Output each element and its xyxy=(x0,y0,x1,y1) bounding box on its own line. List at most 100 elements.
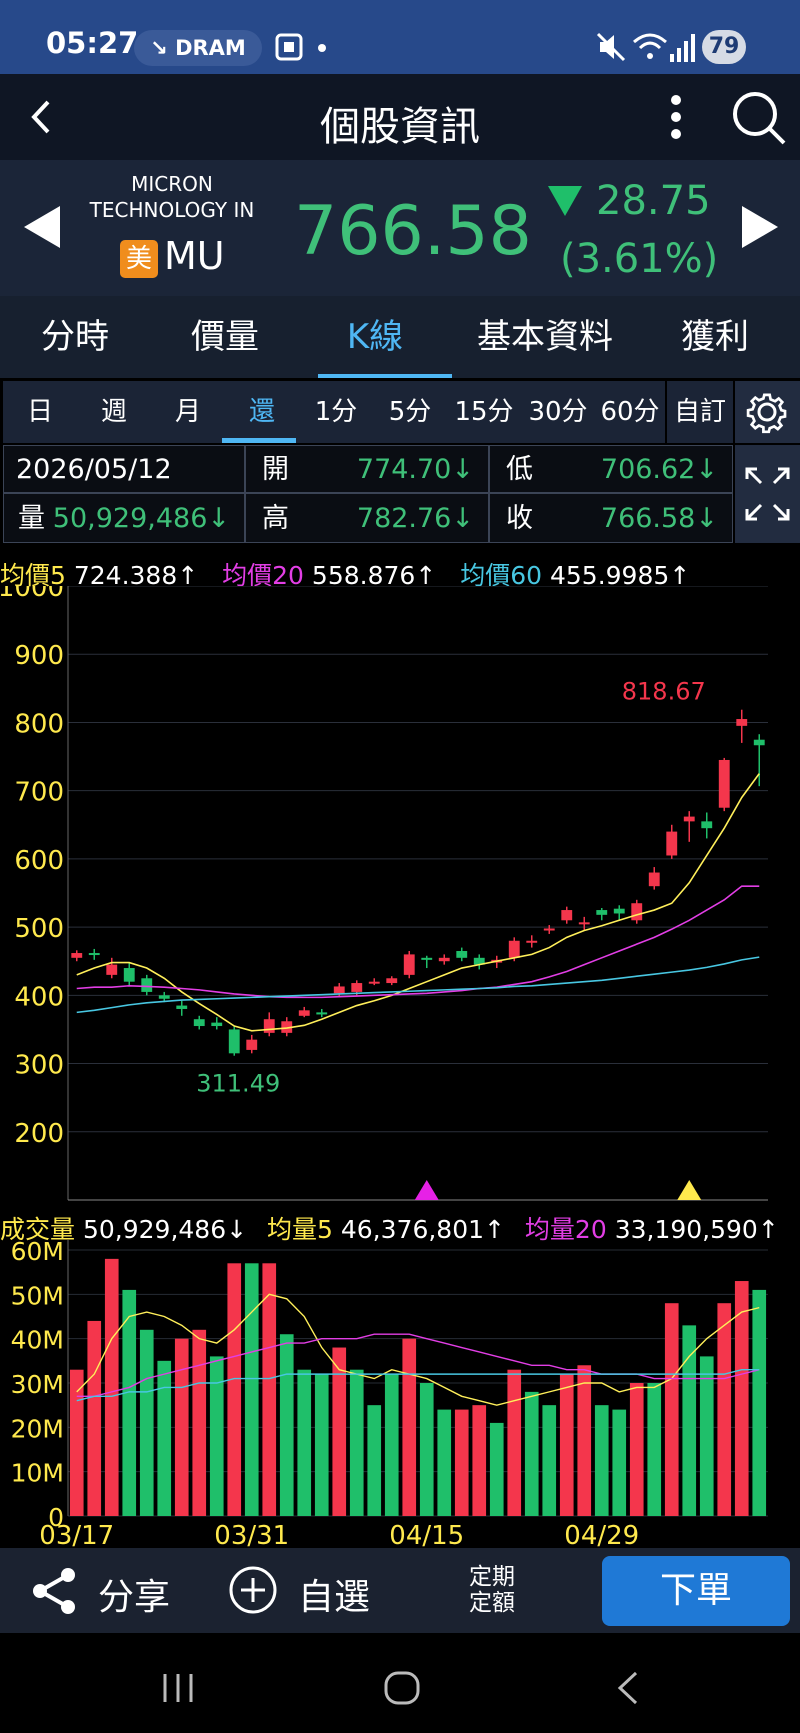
period-30min[interactable]: 30分 xyxy=(521,381,595,443)
wifi-icon xyxy=(633,33,667,59)
volume-bar xyxy=(262,1263,277,1516)
period-week[interactable]: 週 xyxy=(77,381,151,443)
price-y-tick-label: 500 xyxy=(14,914,64,944)
tab-kline[interactable]: K線 xyxy=(300,296,450,378)
period-5min[interactable]: 5分 xyxy=(373,381,447,443)
ma20-line xyxy=(76,885,760,999)
volume-bar xyxy=(507,1369,522,1516)
candle-body xyxy=(106,964,118,975)
volume-y-tick-label: 60M xyxy=(11,1240,64,1266)
volume-y-tick-label: 10M xyxy=(11,1459,64,1488)
volume-bar xyxy=(139,1329,154,1516)
more-vertical-icon[interactable] xyxy=(664,92,688,142)
settings-button[interactable] xyxy=(735,381,800,443)
candle-body xyxy=(438,957,450,962)
volume-bar xyxy=(577,1365,592,1516)
period-adjusted[interactable]: 還 xyxy=(225,381,299,443)
candle-body xyxy=(648,872,660,887)
back-nav-icon[interactable] xyxy=(612,1669,642,1707)
ticker-pill[interactable]: ↘ DRAM xyxy=(134,30,262,66)
volume-bar xyxy=(454,1409,469,1516)
ma5-line xyxy=(76,773,760,1032)
status-time: 05:27 xyxy=(46,26,139,60)
prev-stock-arrow-icon[interactable] xyxy=(22,204,62,250)
watchlist-button[interactable]: 自選 xyxy=(228,1562,378,1618)
candle-body xyxy=(176,1005,188,1009)
stock-name-line1: MICRON xyxy=(131,172,213,196)
low-price-annotation: 311.49 xyxy=(196,1070,280,1098)
volume-label: 量 xyxy=(18,503,45,534)
period-month[interactable]: 月 xyxy=(151,381,225,443)
candle-body xyxy=(211,1022,223,1027)
recent-apps-icon[interactable] xyxy=(160,1671,196,1705)
high-cell: 高 782.76↓ xyxy=(245,493,489,543)
candle-body xyxy=(718,759,730,808)
volume-bar xyxy=(209,1356,224,1516)
search-icon[interactable] xyxy=(728,88,788,148)
main-tabs: 分時 價量 K線 基本資料 獲利 xyxy=(0,296,800,378)
share-label: 分享 xyxy=(98,1577,171,1618)
period-60min[interactable]: 60分 xyxy=(595,381,665,443)
price-y-tick-label: 800 xyxy=(14,709,64,739)
regular-investment-button[interactable]: 定期 定額 xyxy=(462,1564,522,1618)
volume-bar xyxy=(489,1422,504,1516)
signal-triangle-marker xyxy=(414,1180,439,1200)
volume-bar xyxy=(279,1334,294,1516)
candle-body xyxy=(543,928,555,931)
volume-bar xyxy=(297,1369,312,1516)
price-y-tick-label: 1000 xyxy=(0,586,64,603)
candle-body xyxy=(596,910,608,915)
period-1min[interactable]: 1分 xyxy=(299,381,373,443)
price-candlestick-chart[interactable]: 1000 900 800 700 600 500 400 300 200 818.67 311.49 xyxy=(0,586,800,1206)
next-stock-arrow-icon[interactable] xyxy=(740,204,780,250)
screenshot-icon xyxy=(275,33,303,61)
regular-line1: 定期 xyxy=(469,1564,515,1590)
volume-bar xyxy=(157,1360,172,1516)
candle-body xyxy=(263,1019,275,1033)
candle-body xyxy=(578,922,590,925)
volume-bar xyxy=(332,1347,347,1516)
period-day[interactable]: 日 xyxy=(3,381,77,443)
price-y-tick-label: 300 xyxy=(14,1051,64,1081)
volume-bar xyxy=(629,1383,644,1516)
candle-body xyxy=(351,983,363,992)
candle-body xyxy=(736,719,748,726)
price-y-tick-label: 900 xyxy=(14,641,64,671)
tab-intraday[interactable]: 分時 xyxy=(0,296,150,378)
period-15min[interactable]: 15分 xyxy=(447,381,521,443)
candle-body xyxy=(123,968,135,982)
tab-price-volume[interactable]: 價量 xyxy=(150,296,300,378)
fullscreen-button[interactable] xyxy=(735,445,800,543)
price-y-tick-label: 200 xyxy=(14,1119,64,1149)
candle-body xyxy=(228,1029,240,1054)
expand-icon xyxy=(745,467,790,521)
last-price: 766.58 xyxy=(294,192,532,271)
volume-bar xyxy=(384,1374,399,1516)
volume-bar xyxy=(122,1289,137,1516)
place-order-button[interactable]: 下單 xyxy=(602,1556,790,1626)
candle-body xyxy=(666,831,678,856)
close-value: 766.58↓ xyxy=(600,503,718,534)
candle-body xyxy=(508,940,520,958)
volume-bar xyxy=(752,1289,767,1516)
custom-period-button[interactable]: 自訂 xyxy=(667,381,733,443)
notification-dot xyxy=(318,44,326,52)
battery-badge: 79 xyxy=(702,30,746,64)
down-triangle-icon xyxy=(548,186,582,216)
volume-bar-chart[interactable]: 60M50M40M30M20M10M003/17 03/31 04/15 04/29 xyxy=(0,1240,800,1548)
share-button[interactable]: 分享 xyxy=(30,1562,190,1618)
stock-symbol: MU xyxy=(164,234,225,278)
quote-header: MICRON TECHNOLOGY IN 美 MU 766.58 28.75 (… xyxy=(0,160,800,296)
tab-basic-info[interactable]: 基本資料 xyxy=(460,296,630,378)
mute-icon xyxy=(596,32,626,62)
candle-body xyxy=(421,957,433,960)
low-label: 低 xyxy=(506,454,533,485)
high-value: 782.76↓ xyxy=(356,503,474,534)
price-y-tick-label: 700 xyxy=(14,778,64,808)
candle-body xyxy=(158,995,170,999)
volume-bar xyxy=(192,1329,207,1516)
home-icon[interactable] xyxy=(382,1669,422,1707)
candle-body xyxy=(141,978,153,992)
candle-body xyxy=(246,1039,258,1050)
tab-earnings[interactable]: 獲利 xyxy=(640,296,790,378)
